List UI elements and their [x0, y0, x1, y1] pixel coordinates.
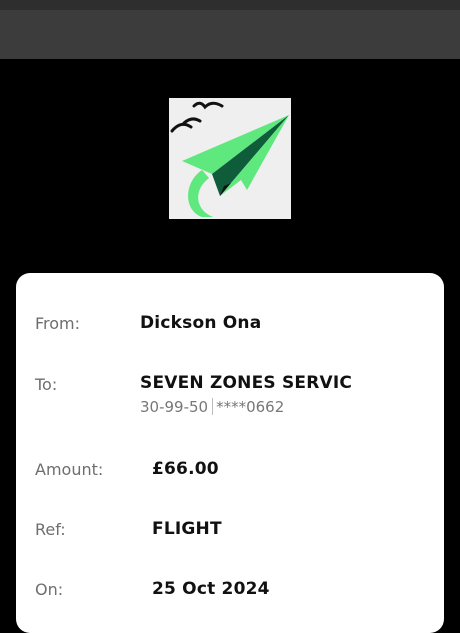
paper-plane-icon: [170, 101, 289, 217]
amount-value: £66.00: [152, 459, 219, 479]
ref-label: Ref:: [35, 520, 66, 539]
to-label: To:: [35, 375, 58, 394]
sort-code: 30-99-50: [140, 398, 209, 416]
from-label: From:: [35, 314, 81, 333]
from-value: Dickson Ona: [140, 313, 262, 333]
top-nav-bar: [0, 10, 460, 59]
to-account-details: 30-99-50 ****0662: [140, 398, 284, 416]
divider: [212, 398, 214, 415]
status-bar: [0, 0, 460, 10]
ref-value: FLIGHT: [152, 519, 222, 539]
app-logo: [169, 98, 291, 219]
payment-details-card: From: Dickson Ona To: SEVEN ZONES SERVIC…: [16, 273, 444, 633]
to-name: SEVEN ZONES SERVIC: [140, 373, 353, 393]
on-label: On:: [35, 580, 64, 599]
account-number: ****0662: [216, 398, 285, 416]
amount-label: Amount:: [35, 460, 104, 479]
on-value: 25 Oct 2024: [152, 579, 270, 599]
